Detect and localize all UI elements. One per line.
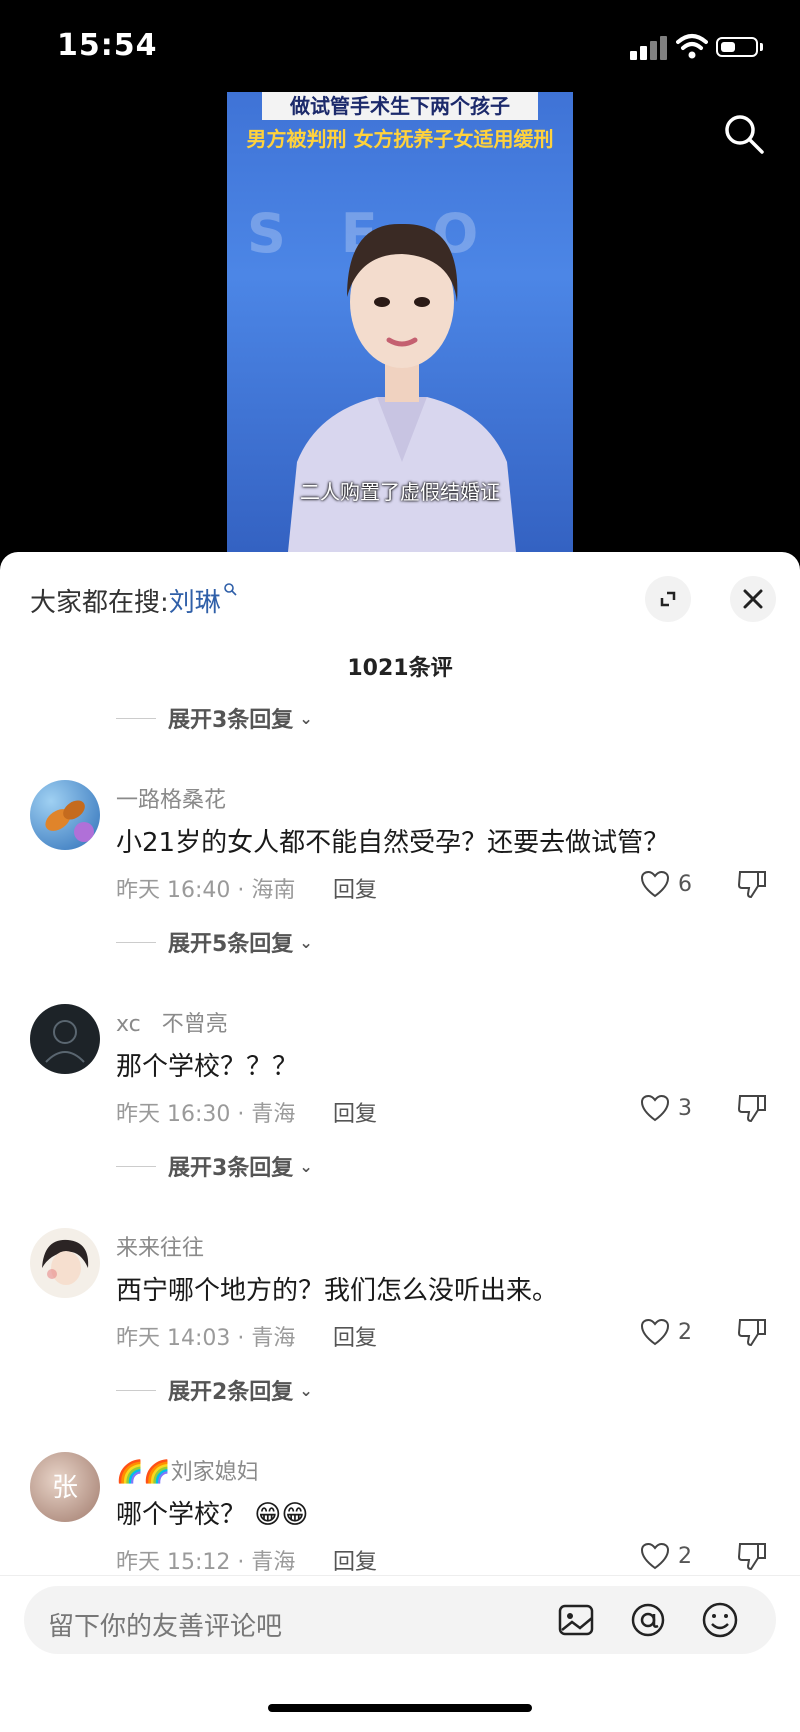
comment-username[interactable]: xc 不曾亮 bbox=[116, 1006, 228, 1038]
avatar[interactable]: 张 bbox=[30, 1452, 100, 1522]
heart-icon bbox=[640, 870, 670, 898]
comment-username[interactable]: 🌈🌈刘家媳妇 bbox=[116, 1454, 259, 1486]
dislike-icon[interactable] bbox=[736, 1092, 768, 1124]
search-icon[interactable] bbox=[722, 112, 766, 156]
comment-text: 小21岁的女人都不能自然受孕？还要去做试管？ bbox=[116, 828, 670, 858]
name-seal-avatar-image: 张 bbox=[52, 1473, 78, 1503]
wifi-icon bbox=[676, 34, 708, 59]
divider bbox=[116, 1389, 156, 1391]
signal-icon bbox=[630, 36, 668, 60]
like-button[interactable]: 2 bbox=[640, 1540, 720, 1572]
dislike-icon[interactable] bbox=[736, 868, 768, 900]
expand-replies-label: 展开2条回复 bbox=[168, 1380, 294, 1405]
reply-button[interactable]: 回复 bbox=[333, 1544, 377, 1576]
close-button[interactable] bbox=[730, 576, 776, 622]
video-subtitle: 二人购置了虚假结婚证 bbox=[300, 480, 500, 504]
expand-replies-button[interactable]: 展开3条回复 ⌄ bbox=[116, 1150, 313, 1182]
keyword-search-icon bbox=[223, 583, 237, 596]
comment-count: 1021条评 bbox=[347, 656, 453, 681]
comment-meta: 昨天 14:03 · 青海 bbox=[116, 1326, 296, 1351]
avatar-char: 张 bbox=[52, 1473, 78, 1503]
like-count: 6 bbox=[678, 871, 692, 897]
expand-replies-button[interactable]: 展开2条回复 ⌄ bbox=[116, 1374, 313, 1406]
trending-search-keyword[interactable]: 刘琳 bbox=[169, 588, 221, 618]
comment-meta: 昨天 16:40 · 海南 bbox=[116, 878, 296, 903]
emoji-icon[interactable] bbox=[700, 1600, 740, 1640]
image-icon[interactable] bbox=[556, 1600, 596, 1640]
comment-username[interactable]: 来来往往 bbox=[116, 1230, 204, 1262]
chevron-down-icon: ⌄ bbox=[299, 1156, 313, 1176]
expand-replies-label: 展开3条回复 bbox=[168, 708, 294, 733]
video-headline-main: 男方被判刑 女方抚养子女适用缓刑 bbox=[246, 127, 554, 151]
avatar[interactable] bbox=[30, 780, 100, 850]
avatar[interactable] bbox=[30, 1228, 100, 1298]
comment-meta: 昨天 16:30 · 青海 bbox=[116, 1102, 296, 1127]
default-avatar-image bbox=[45, 1020, 85, 1063]
like-button[interactable]: 2 bbox=[640, 1316, 720, 1348]
status-bar: 15:54 bbox=[0, 0, 800, 90]
expand-icon bbox=[660, 591, 676, 607]
heart-icon bbox=[640, 1094, 670, 1122]
trending-search[interactable]: 大家都在搜:刘琳 bbox=[30, 582, 237, 619]
illustrated-avatar-image bbox=[42, 1239, 89, 1285]
reply-button[interactable]: 回复 bbox=[333, 1096, 377, 1128]
chevron-down-icon: ⌄ bbox=[299, 1380, 313, 1400]
butterfly-avatar-image bbox=[45, 800, 94, 842]
at-icon[interactable] bbox=[628, 1600, 668, 1640]
chevron-down-icon: ⌄ bbox=[299, 932, 313, 952]
reply-button[interactable]: 回复 bbox=[333, 872, 377, 904]
status-time: 15:54 bbox=[57, 28, 158, 63]
expand-replies-label: 展开5条回复 bbox=[168, 932, 294, 957]
like-count: 2 bbox=[678, 1543, 692, 1569]
video-headline-top: 做试管手术生下两个孩子 bbox=[262, 92, 538, 120]
battery-tip bbox=[760, 43, 763, 51]
expand-replies-label: 展开3条回复 bbox=[168, 1156, 294, 1181]
comment-input[interactable]: 留下你的友善评论吧 bbox=[24, 1586, 776, 1654]
dislike-icon[interactable] bbox=[736, 1540, 768, 1572]
close-icon bbox=[743, 589, 763, 609]
comments-sheet: 大家都在搜:刘琳 1021条评 展开3条回复 ⌄ 一路格桑花 小21岁的女人都不能… bbox=[0, 552, 800, 1731]
dislike-icon[interactable] bbox=[736, 1316, 768, 1348]
chevron-down-icon: ⌄ bbox=[299, 708, 313, 728]
heart-icon bbox=[640, 1318, 670, 1346]
comment-input-bar: 留下你的友善评论吧 bbox=[0, 1575, 800, 1732]
comment-text: 西宁哪个地方的？我们怎么没听出来。 bbox=[116, 1276, 559, 1306]
like-button[interactable]: 6 bbox=[640, 868, 720, 900]
like-button[interactable]: 3 bbox=[640, 1092, 720, 1124]
expand-replies-button[interactable]: 展开5条回复 ⌄ bbox=[116, 926, 313, 958]
comment-text: 那个学校？？？ bbox=[116, 1052, 299, 1082]
comment-meta: 昨天 15:12 · 青海 bbox=[116, 1550, 296, 1575]
battery-icon bbox=[716, 37, 758, 57]
comment-username[interactable]: 一路格桑花 bbox=[116, 782, 226, 814]
divider bbox=[116, 941, 156, 943]
expand-panel-button[interactable] bbox=[645, 576, 691, 622]
reply-button[interactable]: 回复 bbox=[333, 1320, 377, 1352]
video-player[interactable]: 做试管手术生下两个孩子 男方被判刑 女方抚养子女适用缓刑 S E O 二人购置了… bbox=[227, 92, 573, 552]
like-count: 2 bbox=[678, 1319, 692, 1345]
divider bbox=[116, 717, 156, 719]
expand-replies-button[interactable]: 展开3条回复 ⌄ bbox=[116, 702, 313, 734]
trending-search-prefix: 大家都在搜: bbox=[30, 588, 169, 618]
divider bbox=[116, 1165, 156, 1167]
comment-input-placeholder: 留下你的友善评论吧 bbox=[48, 1612, 283, 1642]
heart-icon bbox=[640, 1542, 670, 1570]
like-count: 3 bbox=[678, 1095, 692, 1121]
avatar[interactable] bbox=[30, 1004, 100, 1074]
comment-text: 哪个学校？ 😁😁 bbox=[116, 1500, 309, 1530]
home-indicator bbox=[268, 1704, 532, 1712]
